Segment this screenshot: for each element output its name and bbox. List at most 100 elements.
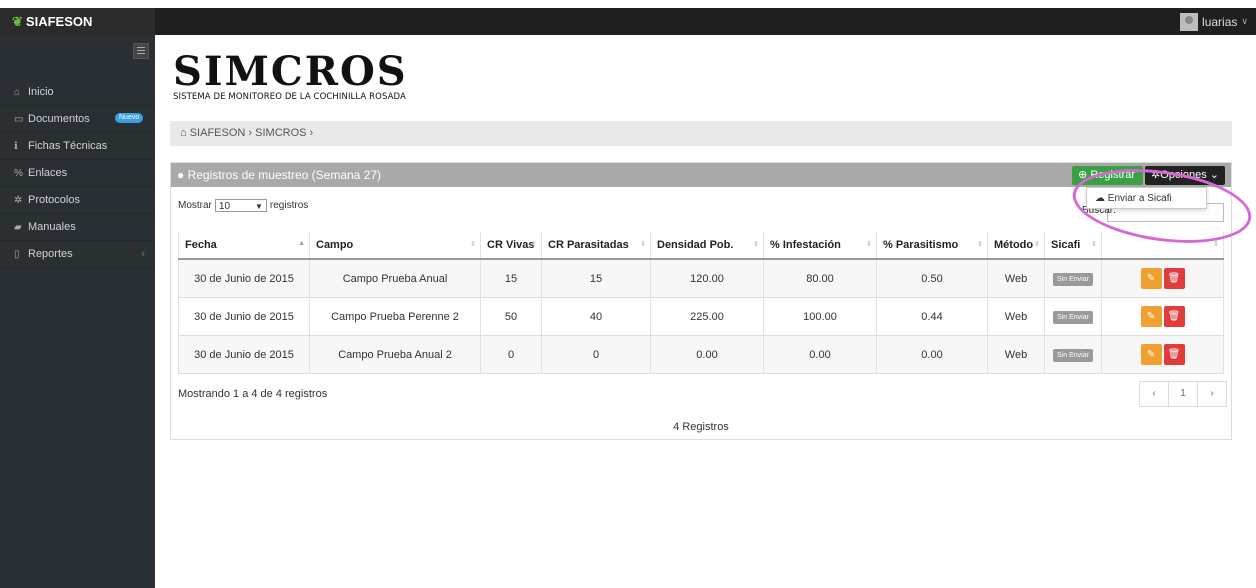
trash-icon: 🗑: [1167, 311, 1181, 322]
cell-actions: ✎ 🗑: [1101, 335, 1224, 374]
cell-fecha: 30 de Junio de 2015: [178, 258, 310, 298]
col-sicafi[interactable]: Sicafi ⇕: [1044, 232, 1102, 260]
breadcrumb-separator: ›: [309, 127, 314, 139]
cell-metodo: Web: [987, 335, 1045, 374]
col-densidad[interactable]: Densidad Pob. ⇕: [650, 232, 764, 260]
sidebar-item-label: Fichas Técnicas: [28, 140, 108, 152]
cell-densidad: 225.00: [650, 297, 764, 336]
cell-parasitismo: 0.00: [876, 335, 988, 374]
logo-subtitle: SISTEMA DE MONITOREO DE LA COCHINILLA RO…: [173, 92, 406, 102]
col-parasitismo[interactable]: % Parasitismo ⇕: [876, 232, 988, 260]
sidebar-item-label: Reportes: [28, 248, 73, 260]
breadcrumb-home[interactable]: SIAFESON: [190, 127, 246, 139]
cell-parasitadas: 40: [541, 297, 651, 336]
cell-fecha: 30 de Junio de 2015: [178, 335, 310, 374]
pager-next[interactable]: ›: [1198, 382, 1226, 406]
cell-actions: ✎ 🗑: [1101, 258, 1224, 298]
col-label: Fecha: [185, 239, 217, 251]
logo-title: SIMCROS: [173, 48, 408, 95]
sort-asc-icon: ▲: [298, 240, 305, 247]
gear-icon: ✲: [14, 195, 23, 206]
edit-button[interactable]: ✎: [1140, 344, 1162, 365]
col-fecha[interactable]: Fecha ▲: [178, 232, 310, 260]
cell-actions: ✎ 🗑: [1101, 297, 1224, 336]
cell-campo: Campo Prueba Perenne 2: [309, 297, 481, 336]
sidebar-nav: ⌂ Inicio ▭ Documentos Nuevo ℹ Fichas Técnica…: [0, 79, 155, 268]
breadcrumb: ⌂ SIAFESON › SIMCROS ›: [170, 121, 1232, 146]
brand-logo[interactable]: ❦ SIAFESON: [0, 8, 155, 35]
caret-down-icon: ▼: [254, 202, 263, 211]
sidebar-item-manuales[interactable]: ▰ Manuales: [0, 214, 155, 241]
sort-icon: ⇕: [1213, 241, 1219, 248]
delete-button[interactable]: 🗑: [1163, 306, 1185, 327]
sidebar-item-label: Documentos: [28, 113, 90, 125]
edit-button[interactable]: ✎: [1140, 268, 1162, 289]
cell-infestacion: 0.00: [763, 335, 877, 374]
sort-icon: ⇕: [470, 241, 476, 248]
col-label: Campo: [316, 239, 354, 251]
records-table: Fecha ▲ Campo ⇕ CR Vivas ⇕ CR Parasitadas ⇕ …: [178, 232, 1224, 374]
sidebar-item-reportes[interactable]: ▯ Reportes ‹: [0, 241, 155, 268]
file-icon: ▯: [14, 249, 20, 260]
sort-icon: ⇕: [977, 241, 983, 248]
pager-prev[interactable]: ‹: [1140, 382, 1169, 406]
brand-name: SIAFESON: [25, 14, 93, 29]
home-icon: ⌂: [14, 87, 21, 98]
cell-parasitismo: 0.50: [876, 258, 988, 298]
panel-header: ● Registros de muestreo (Semana 27) ⊕ Re…: [171, 163, 1231, 187]
sort-icon: ⇕: [866, 241, 872, 248]
col-cr-parasitadas[interactable]: CR Parasitadas ⇕: [541, 232, 651, 260]
delete-button[interactable]: 🗑: [1163, 268, 1185, 289]
cell-parasitadas: 0: [541, 335, 651, 374]
menu-toggle-icon[interactable]: [133, 43, 149, 59]
sidebar-item-fichas[interactable]: ℹ Fichas Técnicas: [0, 133, 155, 160]
page-length-value: 10: [218, 201, 231, 212]
pencil-icon: ✎: [1146, 273, 1156, 284]
breadcrumb-current[interactable]: SIMCROS: [255, 127, 306, 139]
delete-button[interactable]: 🗑: [1163, 344, 1185, 365]
cell-vivas: 50: [480, 297, 542, 336]
cell-sicafi: Sin Enviar: [1044, 335, 1102, 374]
leaf-icon: ❦: [12, 14, 23, 29]
sidebar-item-protocolos[interactable]: ✲ Protocolos: [0, 187, 155, 214]
cell-parasitismo: 0.44: [876, 297, 988, 336]
sidebar-item-inicio[interactable]: ⌂ Inicio: [0, 79, 155, 106]
info-icon: ℹ: [14, 141, 18, 152]
sidebar-item-label: Inicio: [28, 86, 54, 98]
sidebar-item-label: Protocolos: [28, 194, 80, 206]
table-info: Mostrando 1 a 4 de 4 registros: [178, 388, 328, 400]
sidebar-item-enlaces[interactable]: % Enlaces: [0, 160, 155, 187]
page-length-select[interactable]: 10 ▼: [214, 199, 267, 212]
folder-icon: ▭: [14, 114, 24, 125]
sort-icon: ⇕: [1091, 241, 1097, 248]
col-cr-vivas[interactable]: CR Vivas ⇕: [480, 232, 542, 260]
cell-metodo: Web: [987, 297, 1045, 336]
user-name: luarias: [1202, 14, 1238, 29]
cell-infestacion: 80.00: [763, 258, 877, 298]
sidebar-item-documentos[interactable]: ▭ Documentos Nuevo: [0, 106, 155, 133]
cell-parasitadas: 15: [541, 258, 651, 298]
cell-campo: Campo Prueba Anual 2: [309, 335, 481, 374]
col-label: CR Parasitadas: [548, 239, 629, 251]
col-metodo[interactable]: Método ⇕: [987, 232, 1045, 260]
chevron-down-icon: ⌄: [1206, 169, 1219, 181]
col-label: Sicafi: [1051, 239, 1081, 251]
status-badge: Sin Enviar: [1053, 272, 1093, 286]
sort-icon: ⇕: [531, 241, 537, 248]
table-header-row: Fecha ▲ Campo ⇕ CR Vivas ⇕ CR Parasitadas ⇕ …: [178, 232, 1224, 260]
cell-metodo: Web: [987, 258, 1045, 298]
home-icon: ⌂: [180, 127, 187, 139]
col-infestacion[interactable]: % Infestación ⇕: [763, 232, 877, 260]
col-label: CR Vivas: [487, 239, 535, 251]
col-campo[interactable]: Campo ⇕: [309, 232, 481, 260]
sidebar-item-label: Enlaces: [28, 167, 68, 179]
table-row: 30 de Junio de 2015 Campo Prueba Perenne…: [178, 297, 1224, 336]
edit-button[interactable]: ✎: [1140, 306, 1162, 327]
pencil-icon: ✎: [1146, 311, 1156, 322]
status-badge: Sin Enviar: [1053, 348, 1093, 362]
user-menu[interactable]: luarias ∨: [1180, 11, 1248, 32]
show-prefix: Mostrar: [178, 200, 212, 211]
pager-page[interactable]: 1: [1169, 382, 1198, 406]
col-label: % Infestación: [770, 239, 841, 251]
cell-vivas: 15: [480, 258, 542, 298]
